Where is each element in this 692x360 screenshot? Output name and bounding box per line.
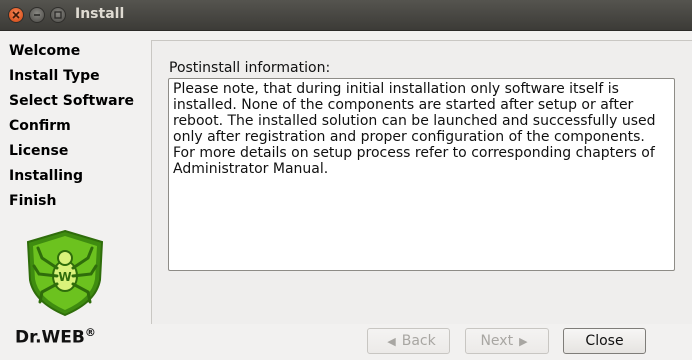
step-installing: Installing bbox=[9, 168, 84, 184]
window-maximize-button[interactable] bbox=[50, 7, 66, 23]
step-list: Welcome Install Type Select Software Con… bbox=[9, 42, 134, 217]
next-button[interactable]: Next ▶ bbox=[465, 328, 549, 354]
window-minimize-button[interactable] bbox=[29, 7, 45, 23]
window-title: Install bbox=[75, 6, 125, 22]
minimize-icon bbox=[34, 14, 40, 16]
registered-mark: ® bbox=[84, 326, 96, 339]
window-close-button[interactable] bbox=[8, 7, 24, 23]
step-license: License bbox=[9, 143, 69, 159]
drweb-spider-logo-icon: W bbox=[26, 229, 104, 317]
step-finish: Finish bbox=[9, 193, 57, 209]
step-confirm: Confirm bbox=[9, 118, 71, 134]
svg-text:W: W bbox=[58, 270, 71, 284]
maximize-icon bbox=[54, 11, 62, 19]
step-install-type: Install Type bbox=[9, 68, 100, 84]
arrow-left-icon: ◀ bbox=[387, 334, 396, 348]
close-button[interactable]: Close bbox=[563, 328, 646, 354]
title-bar: Install bbox=[0, 0, 692, 31]
brand-wordmark: Dr.WEB® bbox=[15, 326, 96, 348]
step-welcome: Welcome bbox=[9, 43, 81, 59]
postinstall-info-textarea[interactable]: Please note, that during initial install… bbox=[168, 78, 675, 271]
next-label: Next bbox=[480, 333, 514, 349]
back-button[interactable]: ◀ Back bbox=[367, 328, 450, 354]
arrow-right-icon: ▶ bbox=[519, 334, 528, 348]
step-select-software: Select Software bbox=[9, 93, 135, 109]
postinstall-label: Postinstall information: bbox=[169, 60, 331, 76]
back-label: Back bbox=[401, 333, 436, 349]
brand-name: Dr.WEB bbox=[15, 327, 85, 348]
close-icon bbox=[12, 11, 20, 19]
